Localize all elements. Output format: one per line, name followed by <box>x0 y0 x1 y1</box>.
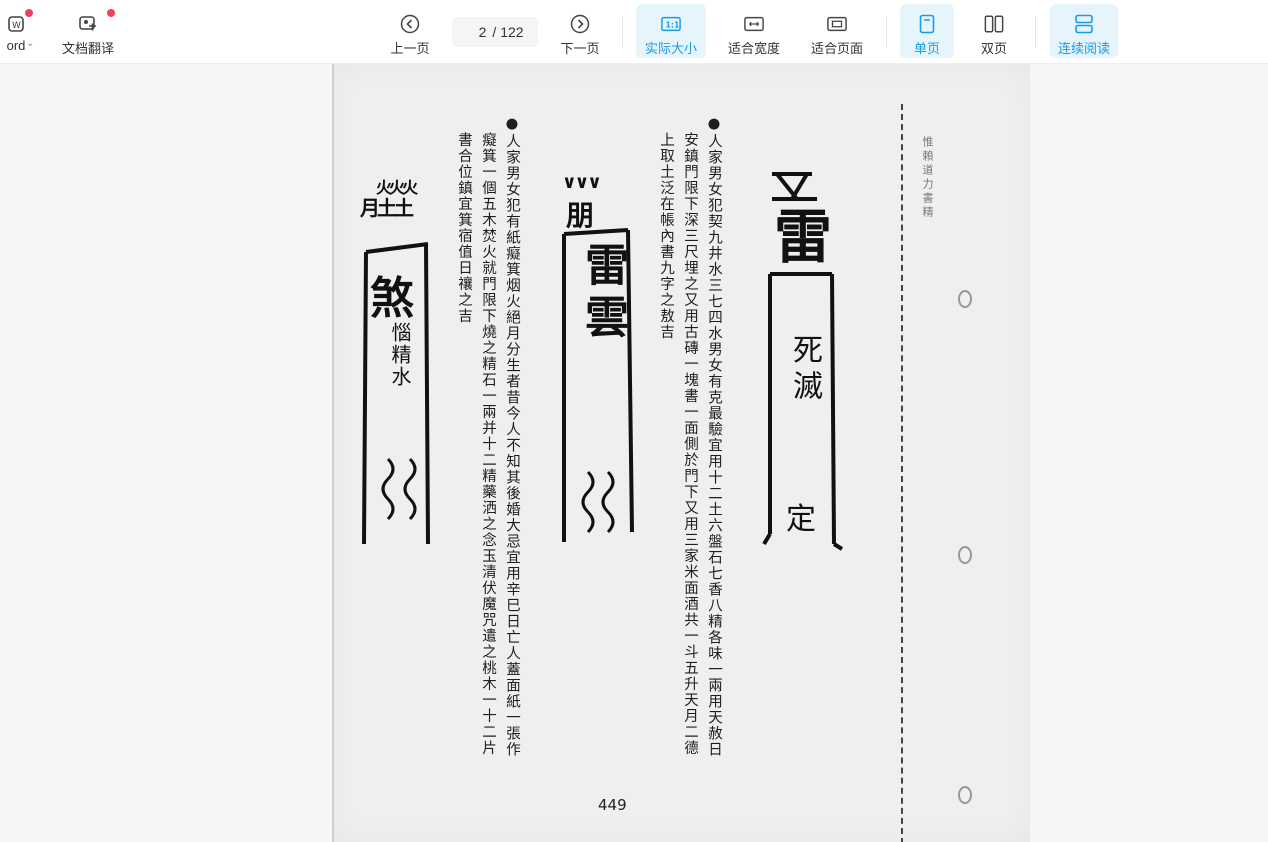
talisman-figure: 火火火 月土土 煞 惱精水 <box>358 174 438 554</box>
page-number: 449 <box>598 796 627 814</box>
chevron-left-circle-icon <box>400 14 420 34</box>
page-indicator[interactable]: 2 / 122 <box>452 17 538 47</box>
fit-page-button[interactable]: 适合页面 <box>803 4 871 58</box>
divider <box>622 16 623 48</box>
current-page-input[interactable]: 2 <box>466 24 487 40</box>
binding-hole <box>958 290 972 308</box>
talisman-char: 雷雲 <box>577 242 628 346</box>
chevron-down-icon[interactable]: ⌄ <box>26 38 34 49</box>
text-column: ●人家男女犯契九井水三七四水男女有克最驗宜用十二土六盤石七香八精各味一兩用天赦日 <box>706 116 722 758</box>
double-page-icon <box>984 14 1004 34</box>
next-page-label: 下一页 <box>560 41 600 56</box>
single-page-button[interactable]: 单页 <box>900 4 954 58</box>
talisman-char: 惱精水 <box>388 322 412 388</box>
fit-width-label: 适合宽度 <box>727 41 780 56</box>
talisman-char: ∨∨∨ <box>562 172 602 193</box>
binding-hole <box>958 546 972 564</box>
svg-text:1:1: 1:1 <box>666 21 680 30</box>
text-column: 癡箕一個五木焚火就門限下燒之精石一兩并十二精藥洒之念玉清伏魔咒遣之桃木一十二片 <box>480 132 496 756</box>
text-column: ●人家男女犯有紙癡箕烟火絕月分生者昔今人不知其後婚大忌宜用辛巳日亡人蓋面紙一張作 <box>504 116 520 758</box>
continuous-reading-button[interactable]: 连续阅读 <box>1050 4 1118 58</box>
divider <box>886 16 887 48</box>
talisman-char: 雷 <box>774 203 833 271</box>
total-pages: / 122 <box>492 24 524 40</box>
talisman-char: 定 <box>786 502 816 537</box>
chevron-right-circle-icon <box>570 14 590 34</box>
prev-page-button[interactable]: 上一页 <box>384 4 436 58</box>
talisman-figure: 文 雷 死滅 定 <box>762 164 852 554</box>
talisman-char: 朋 <box>566 199 595 232</box>
fit-width-button[interactable]: 适合宽度 <box>720 4 788 58</box>
double-page-button[interactable]: 双页 <box>967 4 1021 58</box>
export-word-label: ord <box>6 38 26 53</box>
spine-text: 惟賴道力書精 <box>921 136 934 220</box>
translate-label: 文档翻译 <box>61 41 114 56</box>
notification-dot <box>25 9 33 17</box>
talisman-char: 死滅 <box>787 334 822 406</box>
talisman-char: 月土土 <box>360 196 414 220</box>
fit-page-label: 适合页面 <box>810 41 863 56</box>
notification-dot <box>107 9 115 17</box>
text-column: 安鎮門限下深三尺埋之又用古磚一塊書一面側於門下又用三家米面酒共一斗五升天月二德 <box>682 132 698 756</box>
fit-page-icon <box>827 14 847 34</box>
fit-width-icon <box>744 14 764 34</box>
continuous-reading-label: 连续阅读 <box>1057 41 1110 56</box>
document-page: 文 雷 死滅 定 ●人家男女犯契九井水三七四水男女有克最驗宜用十二土六盤石七香八… <box>332 64 1030 842</box>
translate-icon <box>78 14 98 34</box>
svg-text:W: W <box>12 21 21 31</box>
actual-size-button[interactable]: 1:1 实际大小 <box>636 4 706 58</box>
toolbar: W ord ⌄ 文档翻译 上一页 2 / 122 下一页 1:1 实际大小 适合… <box>0 0 1268 64</box>
divider <box>1035 16 1036 48</box>
next-page-button[interactable]: 下一页 <box>554 4 606 58</box>
continuous-reading-icon <box>1074 14 1094 34</box>
single-page-label: 单页 <box>913 41 940 56</box>
double-page-label: 双页 <box>980 41 1007 56</box>
text-column: 書合位鎮宜箕宿值日禳之吉 <box>456 132 472 324</box>
actual-size-label: 实际大小 <box>644 41 697 56</box>
word-icon: W <box>6 14 26 34</box>
document-viewport[interactable]: 文 雷 死滅 定 ●人家男女犯契九井水三七四水男女有克最驗宜用十二土六盤石七香八… <box>0 64 1268 842</box>
single-page-icon <box>917 14 937 34</box>
talisman-figure: ∨∨∨ 朋 雷雲 <box>558 172 636 552</box>
binding-hole <box>958 786 972 804</box>
text-column: 上取土泛在帳內書九字之敖吉 <box>658 132 674 340</box>
fold-line <box>901 104 903 842</box>
prev-page-label: 上一页 <box>390 41 430 56</box>
actual-size-icon: 1:1 <box>661 14 681 34</box>
page-edge <box>332 64 334 842</box>
talisman-char: 煞 <box>370 273 414 324</box>
